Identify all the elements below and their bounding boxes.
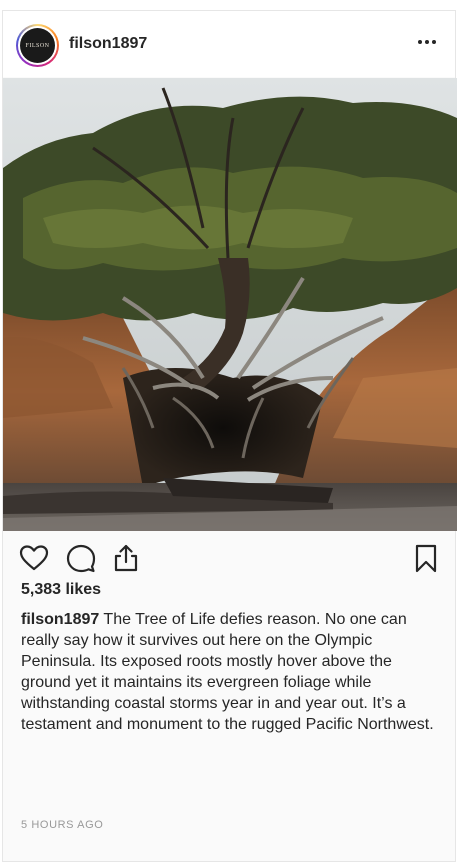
more-dot [425, 40, 429, 44]
heart-icon[interactable] [19, 543, 49, 573]
share-icon[interactable] [111, 543, 141, 573]
username-link[interactable]: filson1897 [69, 35, 147, 53]
comment-icon[interactable] [66, 543, 96, 573]
more-dot [418, 40, 422, 44]
likes-count[interactable]: 5,383 likes [21, 581, 101, 599]
post-photo[interactable] [3, 78, 457, 531]
caption-username[interactable]: filson1897 [21, 611, 99, 628]
caption-text: The Tree of Life defies reason. No one c… [21, 611, 434, 733]
more-dot [432, 40, 436, 44]
avatar-logo: FILSON [20, 28, 55, 63]
avatar[interactable]: FILSON [16, 24, 59, 67]
avatar-logo-text: FILSON [25, 42, 50, 49]
bookmark-icon[interactable] [411, 543, 441, 573]
post-header: FILSON filson1897 [3, 11, 455, 77]
avatar-gap: FILSON [18, 26, 57, 65]
post-actions-bar [3, 537, 455, 581]
instagram-post: FILSON filson1897 5,383 likes filson1897… [2, 10, 457, 862]
post-caption: filson1897 The Tree of Life defies reaso… [21, 609, 441, 735]
tree-of-life-photo [3, 78, 457, 531]
more-options-icon[interactable] [417, 35, 437, 49]
post-timestamp[interactable]: 5 HOURS AGO [21, 819, 103, 831]
